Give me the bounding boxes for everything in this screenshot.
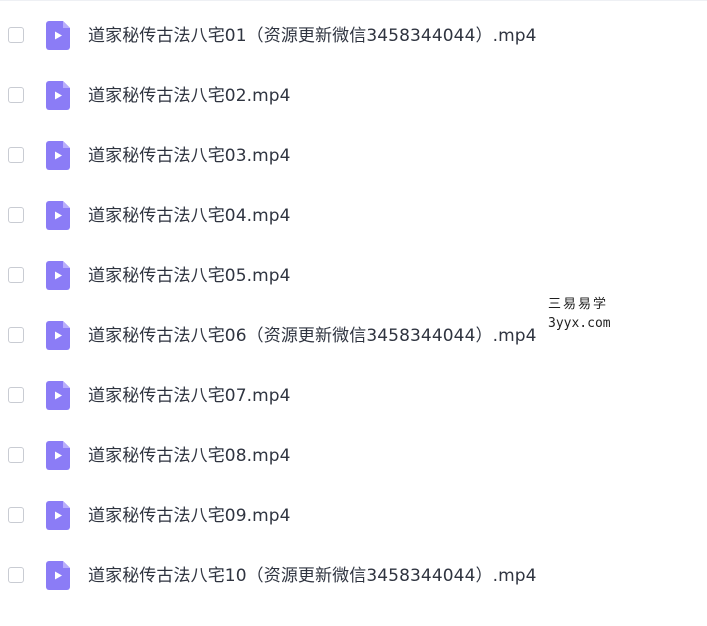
file-checkbox[interactable] xyxy=(8,207,24,223)
video-file-icon xyxy=(46,321,70,350)
top-divider xyxy=(0,0,707,1)
file-name[interactable]: 道家秘传古法八宅01（资源更新微信3458344044）.mp4 xyxy=(88,24,537,48)
file-row[interactable]: 道家秘传古法八宅08.mp4 xyxy=(0,426,707,486)
video-file-icon xyxy=(46,441,70,470)
file-checkbox[interactable] xyxy=(8,327,24,343)
video-file-icon xyxy=(46,21,70,50)
file-row[interactable]: 道家秘传古法八宅02.mp4 xyxy=(0,66,707,126)
video-file-icon xyxy=(46,201,70,230)
file-name[interactable]: 道家秘传古法八宅04.mp4 xyxy=(88,204,291,228)
file-name[interactable]: 道家秘传古法八宅02.mp4 xyxy=(88,84,291,108)
file-name[interactable]: 道家秘传古法八宅06（资源更新微信3458344044）.mp4 xyxy=(88,324,537,348)
video-file-icon xyxy=(46,561,70,590)
file-checkbox[interactable] xyxy=(8,447,24,463)
file-name[interactable]: 道家秘传古法八宅07.mp4 xyxy=(88,384,291,408)
video-file-icon xyxy=(46,381,70,410)
file-row[interactable]: 道家秘传古法八宅01（资源更新微信3458344044）.mp4 xyxy=(0,6,707,66)
file-checkbox[interactable] xyxy=(8,387,24,403)
file-row[interactable]: 道家秘传古法八宅04.mp4 xyxy=(0,186,707,246)
file-row[interactable]: 道家秘传古法八宅03.mp4 xyxy=(0,126,707,186)
file-checkbox[interactable] xyxy=(8,147,24,163)
video-file-icon xyxy=(46,261,70,290)
video-file-icon xyxy=(46,141,70,170)
file-checkbox[interactable] xyxy=(8,27,24,43)
file-row[interactable]: 道家秘传古法八宅07.mp4 xyxy=(0,366,707,426)
file-name[interactable]: 道家秘传古法八宅10（资源更新微信3458344044）.mp4 xyxy=(88,564,537,588)
file-name[interactable]: 道家秘传古法八宅08.mp4 xyxy=(88,444,291,468)
file-name[interactable]: 道家秘传古法八宅05.mp4 xyxy=(88,264,291,288)
watermark: 三易易学 3yyx.com xyxy=(548,293,618,337)
file-name[interactable]: 道家秘传古法八宅03.mp4 xyxy=(88,144,291,168)
file-list-page: 道家秘传古法八宅01（资源更新微信3458344044）.mp4 道家秘传古法八… xyxy=(0,0,707,626)
video-file-icon xyxy=(46,81,70,110)
file-row[interactable]: 道家秘传古法八宅09.mp4 xyxy=(0,486,707,546)
file-name[interactable]: 道家秘传古法八宅09.mp4 xyxy=(88,504,291,528)
video-file-icon xyxy=(46,501,70,530)
watermark-title: 三易易学 xyxy=(548,297,609,312)
file-checkbox[interactable] xyxy=(8,267,24,283)
file-checkbox[interactable] xyxy=(8,87,24,103)
file-checkbox[interactable] xyxy=(8,507,24,523)
file-row[interactable]: 道家秘传古法八宅10（资源更新微信3458344044）.mp4 xyxy=(0,546,707,606)
file-checkbox[interactable] xyxy=(8,567,24,583)
watermark-domain: 3yyx.com xyxy=(548,316,611,331)
